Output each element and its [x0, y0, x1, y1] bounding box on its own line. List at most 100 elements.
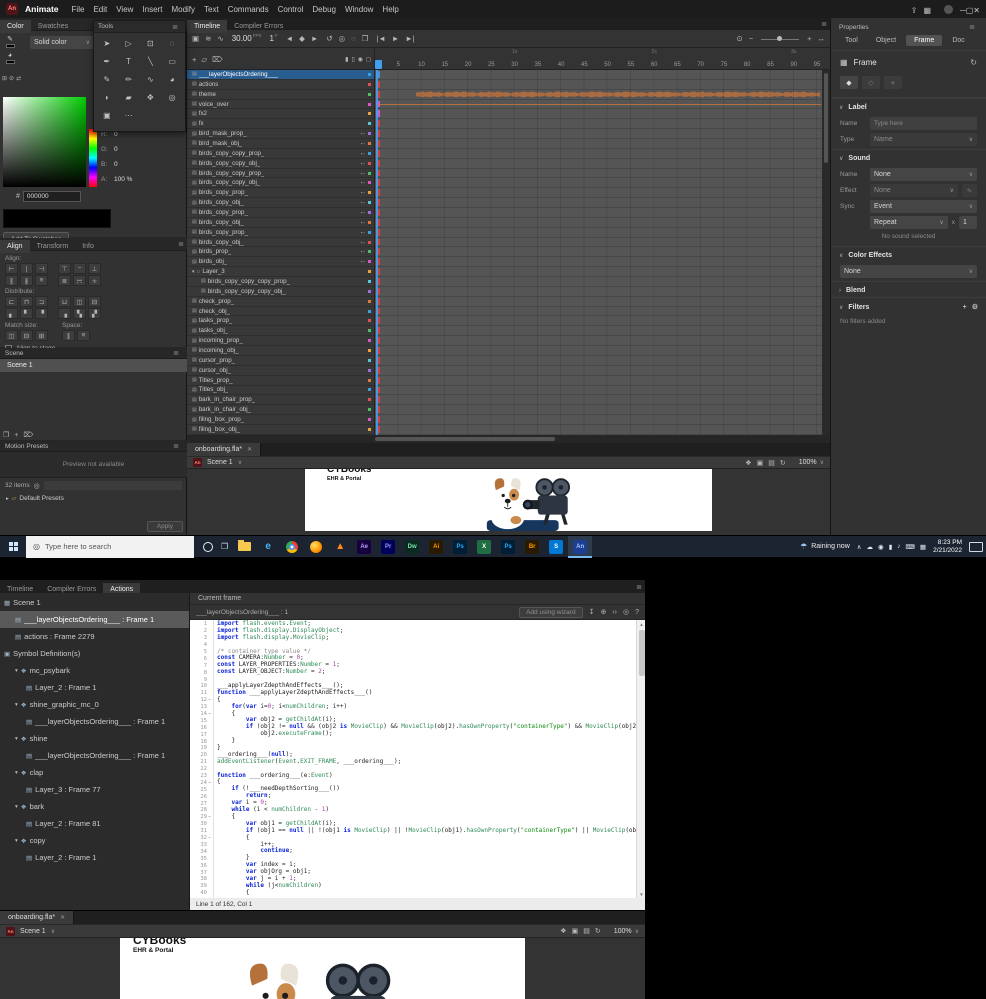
clip-content-icon[interactable]: ▤: [583, 927, 590, 935]
label-type-select[interactable]: Name ∨: [870, 133, 977, 146]
layer-frames-track[interactable]: [375, 424, 822, 435]
zoom-select[interactable]: 100% ∨: [614, 928, 639, 935]
taskbar-clock[interactable]: 8:23 PM 2/21/2022: [933, 539, 962, 554]
layer-outline-color[interactable]: [368, 279, 371, 283]
chevron-down-icon[interactable]: ∨: [839, 252, 843, 259]
channel-value[interactable]: 0: [114, 161, 118, 168]
network-icon[interactable]: ▦: [920, 543, 926, 551]
pen-tool[interactable]: ✒: [96, 53, 118, 70]
tree-item[interactable]: ▾ ❖ copy: [0, 832, 189, 849]
sound-sync-select[interactable]: Event ∨: [870, 200, 977, 213]
panel-menu-icon[interactable]: ≣: [173, 349, 179, 357]
timeline-zoom-slider[interactable]: [761, 35, 800, 43]
taskbar-dreamweaver[interactable]: Dw: [400, 536, 424, 558]
layer-actions[interactable]: ▤ actions: [187, 79, 375, 90]
layer-outline-color[interactable]: [368, 270, 371, 274]
layer-frames-track[interactable]: [375, 70, 822, 80]
layer-Layer_3[interactable]: ▾ ▱ Layer_3: [187, 267, 375, 278]
step-back-icon[interactable]: |◄: [376, 34, 385, 43]
tree-item[interactable]: ▦ Scene 1: [0, 594, 189, 611]
code-area[interactable]: 1 2 3 4 5 6 7 8 9 10 11 12−13 14−15 16 17 18 19 20 21 22 23 2…: [190, 620, 645, 898]
layer-check_prop_[interactable]: ▤ check_prop_: [187, 296, 375, 307]
layer-outline-color[interactable]: [368, 427, 371, 431]
layer-incoming_prop_[interactable]: ▤ incoming_prop_: [187, 336, 375, 347]
layer-frames-track[interactable]: [375, 158, 822, 169]
menu-modify[interactable]: Modify: [171, 5, 195, 14]
tree-item[interactable]: ▾ ❖ mc_psybark: [0, 662, 189, 679]
layer-filing_box_prop_[interactable]: ▤ filing_box_prop_: [187, 415, 375, 425]
layer-birds_obj_[interactable]: ▤ birds_obj_ ▪▫: [187, 257, 375, 268]
tab-timeline[interactable]: Timeline: [187, 20, 228, 33]
eyedropper-tool[interactable]: ◗: [96, 89, 118, 106]
code-line[interactable]: {: [217, 834, 636, 842]
tree-item[interactable]: ▾ ❖ shine: [0, 730, 189, 747]
properties-tab-frame[interactable]: Frame: [906, 35, 943, 46]
menu-control[interactable]: Control: [278, 5, 304, 14]
next-keyframe-icon[interactable]: ►: [311, 34, 318, 43]
timeline-vertical-scrollbar[interactable]: [822, 70, 830, 435]
layer-cursor_prop_[interactable]: ▤ cursor_prop_: [187, 355, 375, 366]
layer-frames-track[interactable]: [375, 217, 822, 228]
layer-frames-track[interactable]: [375, 365, 822, 376]
clip-content-icon[interactable]: ▤: [768, 459, 775, 467]
zoom-in-icon[interactable]: +: [807, 34, 811, 43]
panel-menu-icon[interactable]: ≣: [969, 23, 975, 31]
lock-all-icon[interactable]: ◻: [366, 56, 371, 63]
code-line[interactable]: continue;: [217, 847, 636, 855]
layer-birds_copy_prop_[interactable]: ▤ birds_copy_prop_ ▪▫: [187, 188, 375, 199]
tree-item[interactable]: ▤ Layer_2 : Frame 81: [0, 815, 189, 832]
layer-frames-track[interactable]: [375, 395, 822, 406]
layer-outline-color[interactable]: [368, 319, 371, 323]
layer-___layerObjectsOrdering___[interactable]: ▤ ___layerObjectsOrdering___: [187, 70, 375, 80]
fold-marker-icon[interactable]: −: [207, 814, 212, 820]
layer-birds_copy_copy_obj_[interactable]: ▤ birds_copy_copy_obj_ ▪▫: [187, 158, 375, 169]
chevron-down-icon[interactable]: ∨: [238, 459, 242, 466]
hidden-icons-icon[interactable]: ∧: [857, 543, 862, 551]
timeline-horizontal-scrollbar[interactable]: [187, 435, 830, 443]
code-line[interactable]: if (obj1 == null || !(obj1 is MovieClip)…: [217, 827, 636, 835]
layer-tasks_prop_[interactable]: ▤ tasks_prop_: [187, 316, 375, 327]
highlight-layers-icon[interactable]: ▮: [345, 56, 348, 63]
scroll-down-icon[interactable]: ▼: [637, 890, 646, 898]
fold-marker-icon[interactable]: −: [207, 711, 212, 717]
match-width[interactable]: ◫: [73, 296, 86, 307]
layer-frames-track[interactable]: [375, 237, 822, 248]
tree-item[interactable]: ▤ actions : Frame 2279: [0, 628, 189, 645]
stage-canvas[interactable]: CYBooks EHR & Portal: [305, 469, 712, 531]
layer-outline-color[interactable]: [368, 358, 371, 362]
layer-frames-track[interactable]: [375, 296, 822, 307]
play-icon[interactable]: ►: [392, 34, 399, 43]
action-center-button[interactable]: [969, 541, 983, 552]
align-left-edge[interactable]: ⊢: [5, 263, 18, 274]
panel-menu-icon[interactable]: ≣: [636, 583, 642, 591]
taskbar-photoshop-2[interactable]: Ps: [496, 536, 520, 558]
chevron-down-icon[interactable]: ▾: [15, 770, 18, 776]
sound-effect-select[interactable]: None ∨: [870, 184, 958, 197]
clear-keyframe-button[interactable]: ⋄: [884, 76, 902, 89]
layer-frames-track[interactable]: [375, 148, 822, 159]
playhead-marker[interactable]: [375, 60, 382, 69]
taskbar-vlc[interactable]: ▲: [328, 536, 352, 558]
rotate-stage-icon[interactable]: ↻: [780, 459, 786, 467]
layer-frames-track[interactable]: [375, 375, 822, 386]
layer-fx2[interactable]: ▤ fx2: [187, 109, 375, 120]
timeline-ruler[interactable]: 1s 2s 3s 5 10 15 20 25 30 35 40 45 50 55 60 65 70 75 80 85 9…: [375, 48, 822, 70]
layer-frames-track[interactable]: [375, 385, 822, 396]
menu-debug[interactable]: Debug: [312, 5, 336, 14]
code-line[interactable]: for(var i=0; i<numChildren; i++): [217, 703, 636, 711]
find-icon[interactable]: ◎: [623, 608, 629, 616]
chevron-right-icon[interactable]: ›: [839, 288, 841, 294]
tab-info[interactable]: Info: [75, 240, 101, 253]
distribute-vertical-center[interactable]: ∦: [20, 275, 33, 286]
start-button[interactable]: [0, 536, 26, 558]
battery-icon[interactable]: ▮: [889, 543, 893, 551]
task-view-button[interactable]: ❐: [221, 542, 228, 551]
code-line[interactable]: function ___applyLayerZdepthAndEffects__…: [217, 689, 636, 697]
security-icon[interactable]: ◉: [878, 543, 884, 551]
layer-outline-color[interactable]: [368, 240, 371, 244]
align-bottom-edge[interactable]: ⊥: [88, 263, 101, 274]
tree-item[interactable]: ▤ Layer_2 : Frame 1: [0, 849, 189, 866]
zoom-tool[interactable]: ◎: [161, 89, 183, 106]
color-effect-select[interactable]: None ∨: [840, 265, 977, 278]
layer-bird_mask_prop_[interactable]: ▤ bird_mask_prop_ ▪▫: [187, 129, 375, 140]
